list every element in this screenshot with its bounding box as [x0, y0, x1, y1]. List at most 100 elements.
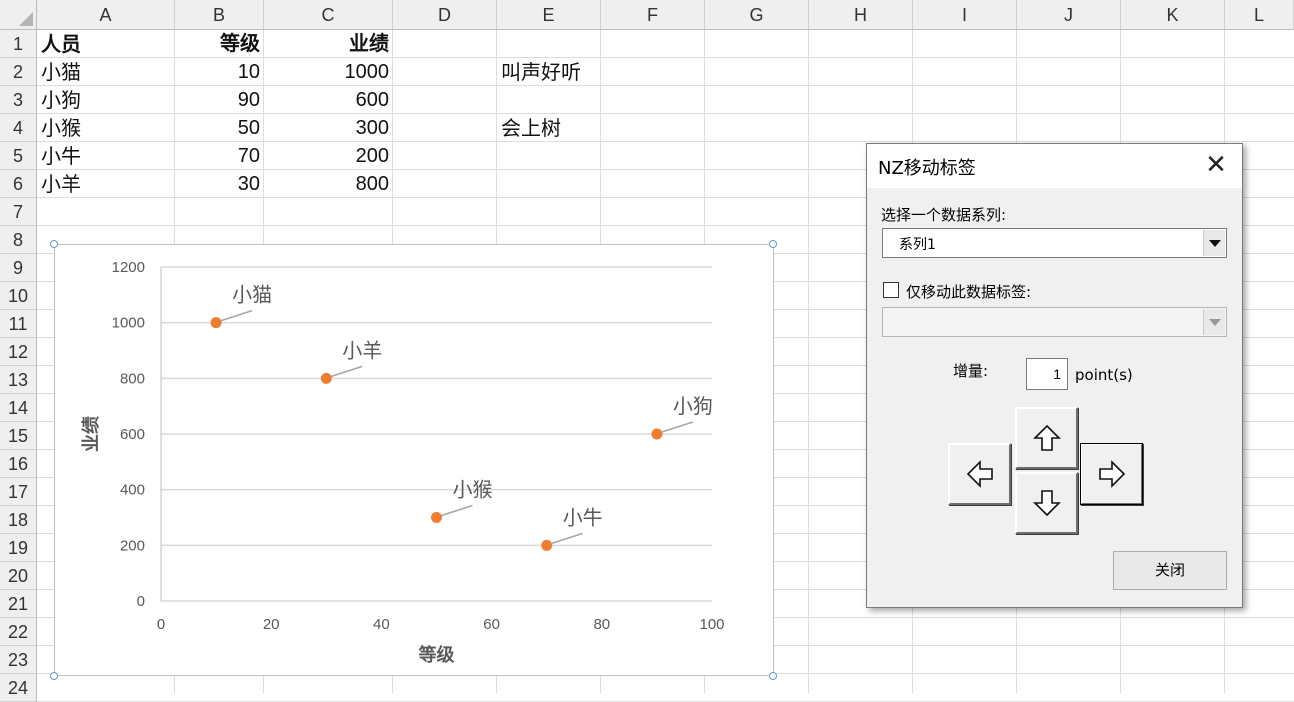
row-header-3[interactable]: 3 — [0, 86, 37, 114]
y-tick-label: 800 — [120, 370, 145, 387]
table-cell[interactable]: 小狗 — [41, 86, 81, 114]
row-header-12[interactable]: 12 — [0, 338, 37, 366]
table-cell[interactable]: 90 — [175, 86, 260, 114]
data-label: 小羊 — [342, 338, 382, 362]
table-cell[interactable]: 50 — [175, 114, 260, 142]
row-header-18[interactable]: 18 — [0, 506, 37, 534]
move-up-button[interactable] — [1015, 407, 1078, 469]
column-header-L[interactable]: L — [1225, 0, 1294, 30]
x-tick-label: 20 — [263, 616, 280, 633]
row-header-17[interactable]: 17 — [0, 478, 37, 506]
row-header-16[interactable]: 16 — [0, 450, 37, 478]
column-header-B[interactable]: B — [175, 0, 264, 30]
y-tick-label: 1200 — [112, 259, 145, 276]
row-header-21[interactable]: 21 — [0, 590, 37, 618]
arrow-up-icon — [1032, 424, 1061, 451]
data-point — [431, 512, 442, 523]
column-header-K[interactable]: K — [1121, 0, 1225, 30]
row-header-19[interactable]: 19 — [0, 534, 37, 562]
column-header-H[interactable]: H — [809, 0, 913, 30]
chevron-down-icon[interactable] — [1203, 230, 1225, 256]
chart-resize-handle[interactable] — [769, 240, 777, 248]
table-cell[interactable]: 30 — [175, 170, 260, 198]
chart-resize-handle[interactable] — [769, 672, 777, 680]
leader-line — [441, 504, 473, 517]
table-cell[interactable]: 300 — [264, 114, 389, 142]
row-header-5[interactable]: 5 — [0, 142, 37, 170]
dialog-titlebar[interactable]: NZ移动标签 ✕ — [867, 144, 1242, 188]
table-cell[interactable]: 10 — [175, 58, 260, 86]
row-header-7[interactable]: 7 — [0, 198, 37, 226]
table-cell[interactable]: 小猫 — [41, 58, 81, 86]
table-cell[interactable]: 600 — [264, 86, 389, 114]
column-header-F[interactable]: F — [601, 0, 705, 30]
series-select[interactable]: 系列1 — [882, 228, 1227, 258]
table-cell[interactable]: 200 — [264, 142, 389, 170]
close-button[interactable]: 关闭 — [1113, 551, 1227, 590]
column-header-A[interactable]: A — [37, 0, 175, 30]
row-header-23[interactable]: 23 — [0, 646, 37, 674]
table-cell[interactable]: 800 — [264, 170, 389, 198]
chart-resize-handle[interactable] — [50, 672, 58, 680]
move-right-button[interactable] — [1080, 443, 1143, 505]
move-down-button[interactable] — [1015, 472, 1078, 534]
only-this-label-text: 仅移动此数据标签: — [906, 283, 1032, 301]
header-cell[interactable]: 人员 — [41, 30, 81, 58]
x-axis-title: 等级 — [419, 644, 456, 666]
chevron-down-icon[interactable] — [1203, 309, 1225, 335]
x-tick-label: 60 — [483, 616, 500, 633]
column-header-D[interactable]: D — [393, 0, 497, 30]
data-label: 小牛 — [563, 505, 603, 529]
arrow-down-icon — [1032, 490, 1061, 517]
row-header-15[interactable]: 15 — [0, 422, 37, 450]
row-header-13[interactable]: 13 — [0, 366, 37, 394]
leader-line — [661, 421, 694, 433]
note-cell-e4[interactable]: 会上树 — [501, 114, 561, 142]
table-cell[interactable]: 小猴 — [41, 114, 81, 142]
row-header-24[interactable]: 24 — [0, 674, 37, 702]
dialog-title: NZ移动标签 — [878, 158, 976, 179]
chart-resize-handle[interactable] — [50, 240, 58, 248]
table-cell[interactable]: 1000 — [264, 58, 390, 86]
select-all-corner[interactable] — [0, 0, 37, 30]
row-header-2[interactable]: 2 — [0, 58, 37, 86]
row-header-4[interactable]: 4 — [0, 114, 37, 142]
only-this-label-checkbox[interactable] — [883, 282, 899, 298]
row-header-22[interactable]: 22 — [0, 618, 37, 646]
row-header-11[interactable]: 11 — [0, 310, 37, 338]
header-cell[interactable]: 业绩 — [264, 30, 389, 58]
row-header-10[interactable]: 10 — [0, 282, 37, 310]
close-icon[interactable]: ✕ — [1200, 150, 1232, 182]
column-header-C[interactable]: C — [264, 0, 393, 30]
table-cell[interactable]: 70 — [175, 142, 260, 170]
column-header-J[interactable]: J — [1017, 0, 1121, 30]
row-header-6[interactable]: 6 — [0, 170, 37, 198]
note-cell-e2[interactable]: 叫声好听 — [501, 58, 581, 86]
column-header-I[interactable]: I — [913, 0, 1017, 30]
y-tick-label: 1000 — [112, 315, 145, 332]
header-cell[interactable]: 等级 — [175, 30, 260, 58]
y-tick-label: 0 — [137, 593, 145, 610]
y-tick-label: 400 — [120, 482, 145, 499]
column-header-G[interactable]: G — [705, 0, 809, 30]
row-header-8[interactable]: 8 — [0, 226, 37, 254]
data-point — [651, 428, 663, 440]
leader-line — [220, 309, 253, 322]
row-header-1[interactable]: 1 — [0, 30, 37, 58]
x-tick-label: 40 — [373, 616, 390, 633]
column-gridline — [808, 30, 809, 693]
row-header-14[interactable]: 14 — [0, 394, 37, 422]
row-header-20[interactable]: 20 — [0, 562, 37, 590]
move-label-dialog: NZ移动标签 ✕ 选择一个数据系列: 系列1 仅移动此数据标签: 增量: 1 p… — [866, 143, 1243, 608]
column-header-E[interactable]: E — [497, 0, 601, 30]
move-left-button[interactable] — [948, 443, 1011, 505]
table-cell[interactable]: 小牛 — [41, 142, 81, 170]
label-select[interactable] — [882, 307, 1227, 337]
increment-input[interactable]: 1 — [1026, 358, 1068, 390]
series-select-label: 选择一个数据系列: — [881, 206, 1007, 224]
scatter-chart[interactable]: 0 200 400 600 800 1000 1200 0 20 40 60 80 100 等级 业绩 小猫小… — [54, 244, 774, 676]
row-header-9[interactable]: 9 — [0, 254, 37, 282]
data-point — [320, 372, 332, 384]
table-cell[interactable]: 小羊 — [41, 170, 81, 198]
x-tick-label: 0 — [157, 616, 165, 633]
